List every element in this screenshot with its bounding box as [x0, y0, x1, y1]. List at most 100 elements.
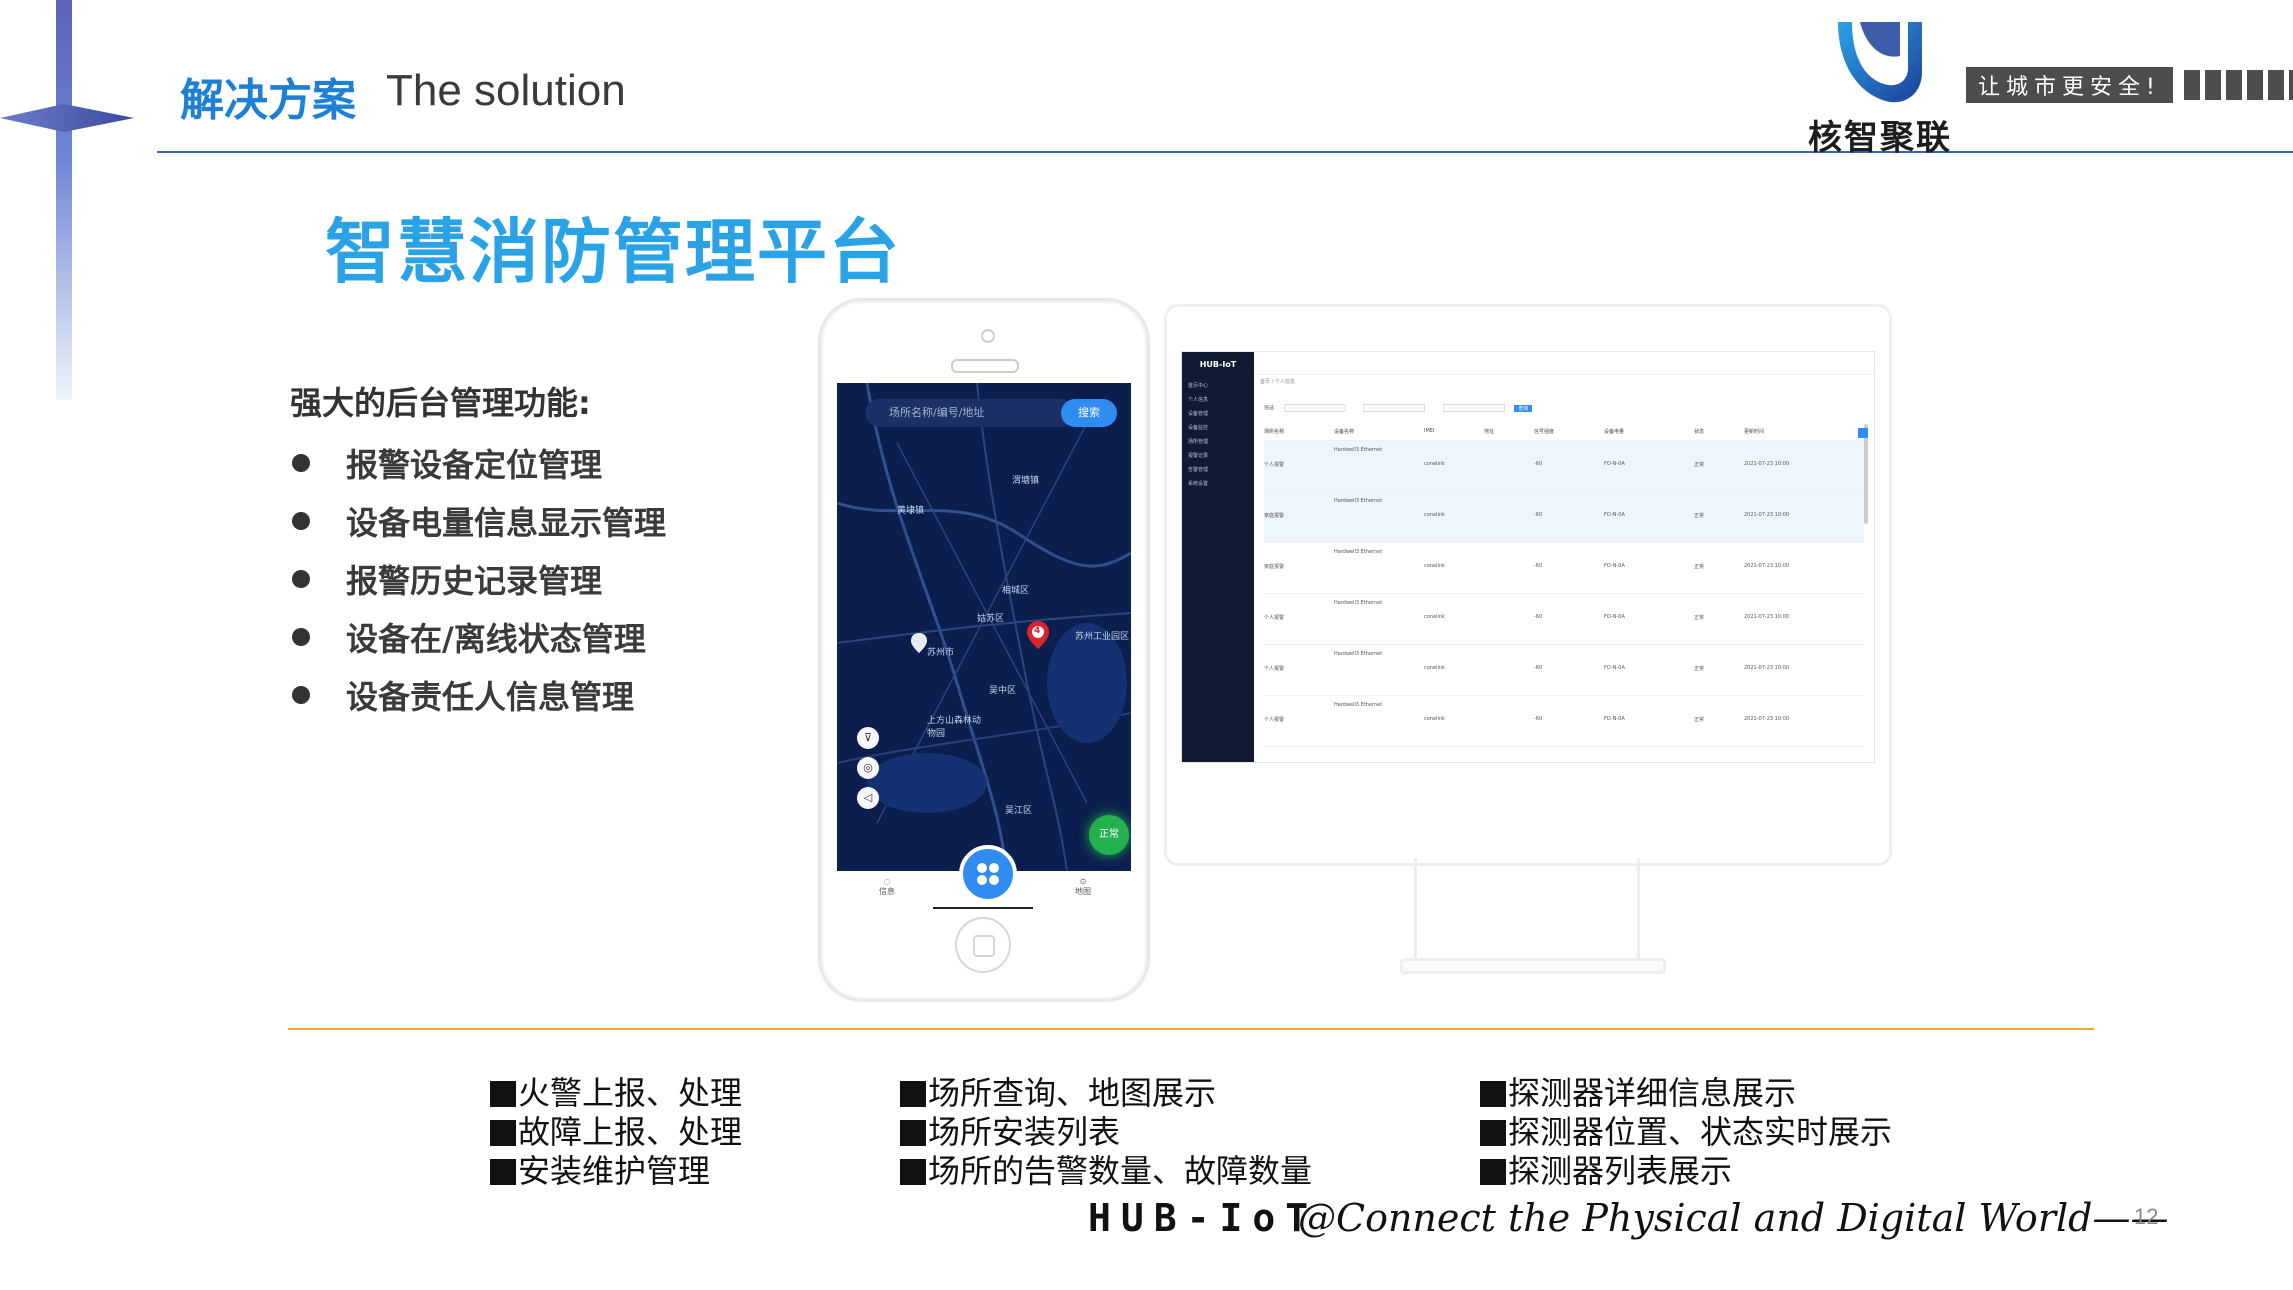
map-label: 黄埭镇 [897, 506, 925, 516]
filter-icon[interactable]: ⊽ [857, 727, 879, 749]
phone-mockup: 场所名称/编号/地址 搜索 黄埭镇 渭塘镇 相城区 姑苏区 苏州市 苏州工业园区… [818, 298, 1150, 1002]
map-pin-icon: ⊙ [1079, 877, 1087, 886]
admin-topbar: 首页 / 个人信息 [1254, 352, 1874, 385]
square-bullet-icon [1480, 1120, 1506, 1146]
features-heading: 强大的后台管理功能: [290, 384, 591, 422]
square-bullet-icon [1480, 1159, 1506, 1185]
decorative-star-vertical [56, 0, 72, 400]
bullet-icon [292, 570, 310, 588]
section-title-en: The solution [386, 66, 626, 115]
bullet-icon [292, 628, 310, 646]
location-pin-icon [911, 633, 927, 653]
feature-line: 场所安装列表 [900, 1113, 1312, 1152]
map-label: 吴中区 [989, 686, 1017, 696]
sidebar-item[interactable]: 设备监控 [1188, 424, 1208, 431]
map-view[interactable]: 场所名称/编号/地址 搜索 黄埭镇 渭塘镇 相城区 姑苏区 苏州市 苏州工业园区… [837, 383, 1131, 871]
section-title-cn: 解决方案 [180, 75, 356, 126]
map-label: 上方山森林动物园 [927, 716, 982, 739]
footer-brand: HUB-IoT [1088, 1196, 1319, 1240]
map-roads [837, 383, 1131, 871]
map-label: 吴江区 [1005, 806, 1033, 816]
square-bullet-icon [1480, 1081, 1506, 1107]
square-bullet-icon [900, 1159, 926, 1185]
sidebar-item[interactable]: 系统设置 [1188, 480, 1208, 487]
square-bullet-icon [900, 1081, 926, 1107]
footer-tagline: @Connect the Physical and Digital World—… [1298, 1196, 2169, 1240]
sound-icon[interactable]: ◁ [857, 787, 879, 809]
scrollbar[interactable] [1864, 424, 1868, 524]
admin-console: HUB-IoT 首页中心 个人信息 设备管理 设备监控 场所管理 报警记录 告警… [1181, 351, 1875, 763]
main-title: 智慧消防管理平台 [325, 211, 901, 293]
map-label: 渭塘镇 [1012, 476, 1040, 486]
chat-icon: ◌ [883, 877, 891, 886]
sidebar-item[interactable]: 场所管理 [1188, 438, 1208, 445]
tab-info[interactable]: ◌ 信息 [867, 877, 907, 897]
brand-name: 核智聚联 [1808, 118, 1952, 158]
feature-line: 探测器详细信息展示 [1480, 1074, 1892, 1113]
feature-item: 设备在/离线状态管理 [290, 608, 666, 666]
status-button[interactable]: 正常 [1089, 815, 1129, 855]
phone-speaker [951, 359, 1019, 373]
square-bullet-icon [490, 1081, 516, 1107]
tab-map[interactable]: ⊙ 地图 [1063, 877, 1103, 897]
filter-input[interactable] [1363, 404, 1426, 412]
sidebar-item[interactable]: 个人信息 [1188, 396, 1208, 403]
search-input[interactable]: 场所名称/编号/地址 [865, 399, 1075, 427]
phone-home-button [955, 917, 1011, 973]
sidebar-item[interactable]: 报警记录 [1188, 452, 1208, 459]
data-table: 场所名称 设备名称 IMEI 地址 信号强度 设备电量 状态 更新时间 个人报警… [1264, 424, 1864, 747]
admin-logo: HUB-IoT [1199, 360, 1237, 369]
slogan-bars [2179, 70, 2293, 100]
search-button[interactable]: 搜索 [1061, 399, 1117, 427]
sidebar-item[interactable]: 设备管理 [1188, 410, 1208, 417]
feature-line: 场所查询、地图展示 [900, 1074, 1312, 1113]
feature-line: 安装维护管理 [490, 1152, 742, 1191]
admin-sidebar: HUB-IoT 首页中心 个人信息 设备管理 设备监控 场所管理 报警记录 告警… [1182, 352, 1254, 762]
bullet-icon [292, 686, 310, 704]
feature-column-2: 场所查询、地图展示 场所安装列表 场所的告警数量、故障数量 [900, 1074, 1312, 1191]
home-indicator [933, 907, 1033, 909]
filter-input[interactable] [1283, 404, 1346, 412]
map-label: 姑苏区 [977, 614, 1005, 624]
brand-logo-icon [1838, 22, 1922, 103]
feature-line: 场所的告警数量、故障数量 [900, 1152, 1312, 1191]
section-divider [288, 1028, 2094, 1030]
feature-item: 设备责任人信息管理 [290, 666, 666, 724]
bullet-icon [292, 512, 310, 530]
feature-line: 探测器列表展示 [1480, 1152, 1892, 1191]
feature-line: 故障上报、处理 [490, 1113, 742, 1152]
work-center-button[interactable] [959, 845, 1017, 903]
feature-item: 报警设备定位管理 [290, 434, 666, 492]
breadcrumb: 首页 / 个人信息 [1260, 379, 1295, 385]
feature-column-1: 火警上报、处理 故障上报、处理 安装维护管理 [490, 1074, 742, 1191]
locate-icon[interactable]: ◎ [857, 757, 879, 779]
slogan-banner: 让城市更安全! [1966, 67, 2293, 103]
query-button[interactable]: 查询 [1514, 404, 1533, 412]
table-row[interactable]: 个人报警 Hardwell3 Ethernet conelink -60 FO-… [1264, 645, 1864, 696]
map-label: 相城区 [1002, 586, 1030, 596]
grid-icon [977, 863, 999, 885]
feature-line: 火警上报、处理 [490, 1074, 742, 1113]
header-divider [157, 151, 2293, 153]
slogan-text: 让城市更安全! [1966, 67, 2173, 103]
monitor-base [1400, 958, 1666, 974]
filter-label: 筛选 [1264, 405, 1275, 412]
feature-item: 报警历史记录管理 [290, 550, 666, 608]
table-row[interactable]: 个人报警 Hardwell3 Ethernet conelink -60 FO-… [1264, 696, 1864, 747]
sidebar-item[interactable]: 告警管理 [1188, 466, 1208, 473]
monitor-stand [1414, 858, 1640, 960]
feature-column-3: 探测器详细信息展示 探测器位置、状态实时展示 探测器列表展示 [1480, 1074, 1892, 1191]
square-bullet-icon [900, 1120, 926, 1146]
square-bullet-icon [490, 1120, 516, 1146]
table-row[interactable]: 个人报警 Hardwell3 Ethernet conelink -60 FO-… [1264, 594, 1864, 645]
map-label: 苏州工业园区 [1075, 632, 1130, 642]
table-row[interactable]: 个人报警 Hardwell3 Ethernet conelink -60 FO-… [1264, 441, 1864, 492]
page-number: 12 [2134, 1204, 2159, 1229]
table-row[interactable]: 家庭报警 Hardwell3 Ethernet conelink -60 FO-… [1264, 492, 1864, 543]
settings-float-icon[interactable] [1858, 428, 1868, 438]
filter-input[interactable] [1442, 404, 1505, 412]
marker-count: 4 [1034, 626, 1041, 636]
table-row[interactable]: 家庭报警 Hardwell3 Ethernet conelink -60 FO-… [1264, 543, 1864, 594]
map-label: 苏州市 [927, 648, 955, 658]
sidebar-item[interactable]: 首页中心 [1188, 382, 1208, 389]
